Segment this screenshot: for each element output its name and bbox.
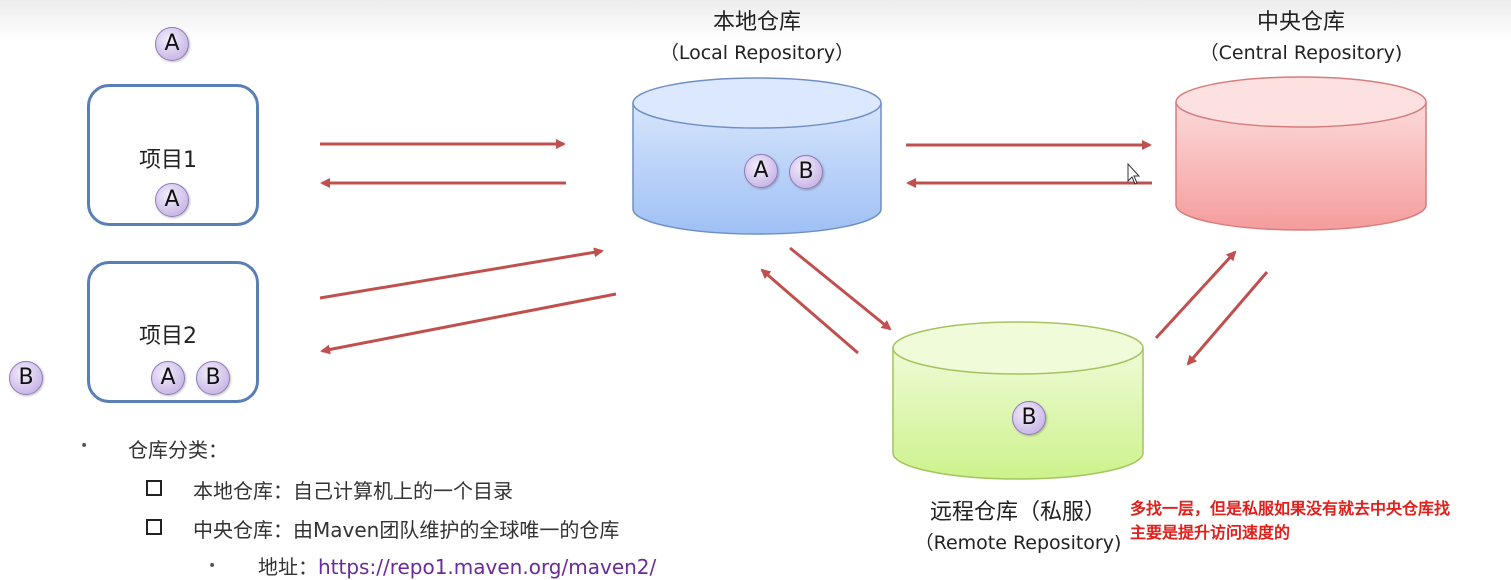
project1-label: 项目1 xyxy=(139,148,197,173)
local-badge-a: A xyxy=(744,154,778,188)
central-repo-address: 地址：https://repo1.maven.org/maven2/ xyxy=(258,551,656,580)
arrow-central-to-remote xyxy=(1186,271,1269,366)
central-repo-subtitle: （Central Repository) xyxy=(1199,42,1403,64)
local-repo-description: 本地仓库：自己计算机上的一个目录 xyxy=(193,479,513,503)
note-line-2: 主要是提升访问速度的 xyxy=(1130,523,1291,542)
sub-bullet-dot: • xyxy=(208,558,217,574)
project2-badge-b: B xyxy=(196,361,230,395)
local-badge-b: B xyxy=(789,155,823,189)
categories-heading: 仓库分类： xyxy=(128,438,228,462)
bullet-dot: • xyxy=(80,438,89,454)
central-repo-description: 中央仓库：由Maven团队维护的全球唯一的仓库 xyxy=(193,518,620,542)
project2-label: 项目2 xyxy=(139,324,197,349)
remote-repo-title: 远程仓库（私服） xyxy=(929,500,1106,525)
local-repo-title: 本地仓库 xyxy=(712,10,801,35)
arrow-local-to-remote xyxy=(789,246,892,331)
private-server-note: 多找一层，但是私服如果没有就去中央仓库找 主要是提升访问速度的 xyxy=(1130,497,1450,545)
remote-repo-title-block: 远程仓库（私服） （Remote Repository) xyxy=(898,494,1138,555)
arrow-remote-to-local xyxy=(760,268,859,355)
checkbox-square-icon xyxy=(146,519,162,535)
central-repository-cylinder xyxy=(1175,76,1427,231)
address-url[interactable]: https://repo1.maven.org/maven2/ xyxy=(318,555,656,579)
address-label: 地址： xyxy=(258,555,318,579)
local-repo-subtitle: （Local Repository） xyxy=(659,42,855,64)
project1-badge-a: A xyxy=(155,183,189,217)
arrow-local-to-project2 xyxy=(320,292,617,355)
remote-badge-b: B xyxy=(1012,401,1046,435)
remote-repository-cylinder xyxy=(892,321,1144,480)
project2-badge-a: A xyxy=(151,361,185,395)
arrow-project2-to-local xyxy=(319,247,604,300)
central-repo-title: 中央仓库 xyxy=(1256,10,1345,35)
remote-repo-subtitle: （Remote Repository) xyxy=(914,532,1122,554)
local-repo-title-block: 本地仓库 （Local Repository） xyxy=(632,4,882,65)
checkbox-square-icon xyxy=(146,480,162,496)
floating-badge-b: B xyxy=(9,361,43,395)
mouse-cursor-icon xyxy=(1127,162,1141,185)
note-line-1: 多找一层，但是私服如果没有就去中央仓库找 xyxy=(1130,499,1451,518)
central-repo-title-block: 中央仓库 （Central Repository) xyxy=(1176,4,1426,65)
floating-badge-a: A xyxy=(155,27,189,61)
